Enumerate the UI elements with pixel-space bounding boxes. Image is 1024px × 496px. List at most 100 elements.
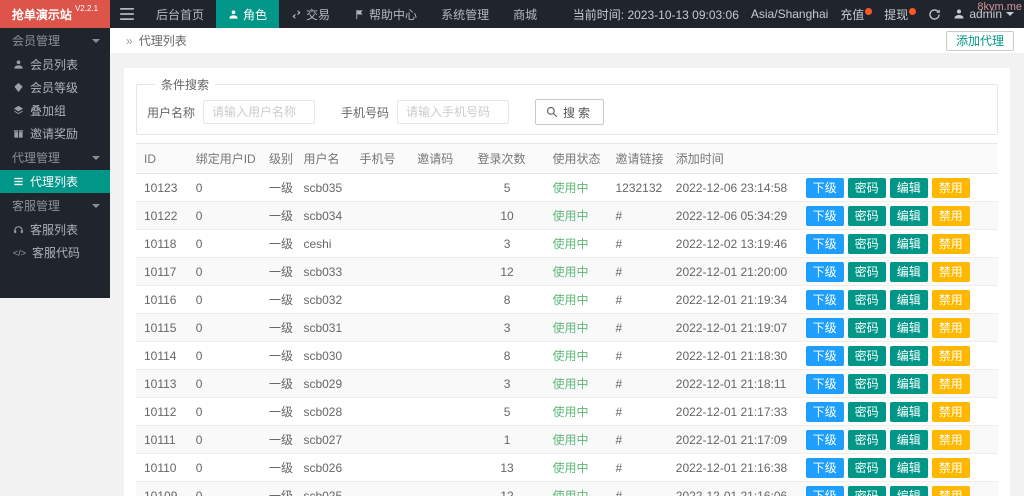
disable-button[interactable]: 禁用 (931, 401, 970, 422)
cell-phone (351, 229, 410, 258)
sub-agent-button[interactable]: 下级 (805, 457, 844, 478)
sub-agent-button[interactable]: 下级 (805, 373, 844, 394)
cell-invite-link[interactable]: # (607, 425, 668, 454)
cell-invite-link[interactable]: 1232132 (607, 173, 668, 202)
nav-item-roles[interactable]: 角色 (216, 0, 280, 28)
sub-agent-button[interactable]: 下级 (805, 317, 844, 338)
username-input[interactable] (203, 100, 316, 124)
search-icon (546, 106, 558, 118)
cell-invite-link[interactable]: # (607, 341, 668, 370)
password-button[interactable]: 密码 (847, 233, 886, 254)
nav-item-shop[interactable]: 商城 (501, 0, 549, 28)
sidebar-item-member-level[interactable]: 会员等级 (0, 76, 110, 99)
edit-button[interactable]: 编辑 (889, 485, 928, 496)
cell-invite-link[interactable]: # (607, 313, 668, 342)
password-button[interactable]: 密码 (847, 289, 886, 310)
cell-invite-link[interactable]: # (607, 397, 668, 426)
disable-button[interactable]: 禁用 (931, 373, 970, 394)
cell-invite-link[interactable]: # (607, 285, 668, 314)
admin-name: admin (969, 7, 1002, 21)
table-header-row: ID 绑定用户ID 级别 用户名 手机号 邀请码 登录次数 使用状态 邀请链接 … (136, 143, 998, 174)
admin-menu[interactable]: admin (953, 7, 1014, 21)
cell-invite-link[interactable]: # (607, 201, 668, 230)
sub-agent-button[interactable]: 下级 (805, 289, 844, 310)
cell-invite-link[interactable]: # (607, 257, 668, 286)
disable-button[interactable]: 禁用 (931, 429, 970, 450)
refresh-icon[interactable] (928, 8, 941, 21)
recharge-badge (865, 7, 873, 15)
password-button[interactable]: 密码 (847, 317, 886, 338)
disable-button[interactable]: 禁用 (931, 177, 970, 198)
disable-button[interactable]: 禁用 (931, 345, 970, 366)
password-button[interactable]: 密码 (847, 401, 886, 422)
sidebar-section-members[interactable]: 会员管理 (0, 28, 110, 53)
sidebar-item-agent-list[interactable]: 代理列表 (0, 170, 110, 193)
edit-button[interactable]: 编辑 (889, 177, 928, 198)
column-header: 级别 (260, 143, 296, 174)
password-button[interactable]: 密码 (847, 261, 886, 282)
sub-agent-button[interactable]: 下级 (805, 345, 844, 366)
cell-bind-id: 0 (187, 453, 261, 482)
password-button[interactable]: 密码 (847, 429, 886, 450)
cell-login-count: 3 (469, 369, 545, 398)
disable-button[interactable]: 禁用 (931, 205, 970, 226)
nav-item-system[interactable]: 系统管理 (429, 0, 501, 28)
cell-invite-link[interactable]: # (607, 481, 668, 496)
edit-button[interactable]: 编辑 (889, 373, 928, 394)
sub-agent-button[interactable]: 下级 (805, 177, 844, 198)
sidebar-section-service[interactable]: 客服管理 (0, 193, 110, 218)
status-badge: 使用中 (552, 293, 589, 307)
withdraw-link[interactable]: 提现 (884, 6, 917, 23)
edit-button[interactable]: 编辑 (889, 345, 928, 366)
breadcrumb: » 代理列表 添加代理 (110, 28, 1024, 54)
sidebar-item-invite-reward[interactable]: 邀请奖励 (0, 122, 110, 145)
nav-item-trade[interactable]: 交易 (279, 0, 342, 28)
sub-agent-button[interactable]: 下级 (805, 233, 844, 254)
sidebar-item-stack-group[interactable]: 叠加组 (0, 99, 110, 122)
edit-button[interactable]: 编辑 (889, 205, 928, 226)
sub-agent-button[interactable]: 下级 (805, 401, 844, 422)
cell-invite-link[interactable]: # (607, 229, 668, 258)
sidebar-item-member-list[interactable]: 会员列表 (0, 53, 110, 76)
sidebar-item-service-list[interactable]: 客服列表 (0, 218, 110, 241)
sub-agent-button[interactable]: 下级 (805, 261, 844, 282)
cell-invite-link[interactable]: # (607, 369, 668, 398)
disable-button[interactable]: 禁用 (931, 317, 970, 338)
edit-button[interactable]: 编辑 (889, 233, 928, 254)
status-badge: 使用中 (552, 181, 589, 195)
disable-button[interactable]: 禁用 (931, 261, 970, 282)
password-button[interactable]: 密码 (847, 457, 886, 478)
edit-button[interactable]: 编辑 (889, 261, 928, 282)
sub-agent-button[interactable]: 下级 (805, 485, 844, 496)
edit-button[interactable]: 编辑 (889, 289, 928, 310)
cell-actions: 下级 密码 编辑 禁用 (799, 369, 998, 398)
cell-actions: 下级 密码 编辑 禁用 (799, 173, 998, 202)
password-button[interactable]: 密码 (847, 485, 886, 496)
sidebar-section-agents[interactable]: 代理管理 (0, 145, 110, 170)
edit-button[interactable]: 编辑 (889, 401, 928, 422)
edit-button[interactable]: 编辑 (889, 429, 928, 450)
cell-phone (351, 481, 410, 496)
password-button[interactable]: 密码 (847, 205, 886, 226)
search-button[interactable]: 搜索 (535, 99, 605, 125)
nav-item-help[interactable]: 帮助中心 (342, 0, 429, 28)
disable-button[interactable]: 禁用 (931, 289, 970, 310)
disable-button[interactable]: 禁用 (931, 485, 970, 496)
nav-item-dashboard[interactable]: 后台首页 (144, 0, 216, 28)
edit-button[interactable]: 编辑 (889, 457, 928, 478)
sub-agent-button[interactable]: 下级 (805, 205, 844, 226)
sub-agent-button[interactable]: 下级 (805, 429, 844, 450)
menu-toggle-icon[interactable] (110, 0, 144, 28)
disable-button[interactable]: 禁用 (931, 457, 970, 478)
disable-button[interactable]: 禁用 (931, 233, 970, 254)
password-button[interactable]: 密码 (847, 345, 886, 366)
recharge-link[interactable]: 充值 (840, 6, 873, 23)
sidebar-item-service-code[interactable]: </> 客服代码 (0, 241, 110, 264)
cell-invite-link[interactable]: # (607, 453, 668, 482)
password-button[interactable]: 密码 (847, 177, 886, 198)
timezone[interactable]: Asia/Shanghai (751, 7, 828, 21)
phone-input[interactable] (397, 100, 510, 124)
add-agent-button[interactable]: 添加代理 (945, 30, 1014, 51)
password-button[interactable]: 密码 (847, 373, 886, 394)
edit-button[interactable]: 编辑 (889, 317, 928, 338)
